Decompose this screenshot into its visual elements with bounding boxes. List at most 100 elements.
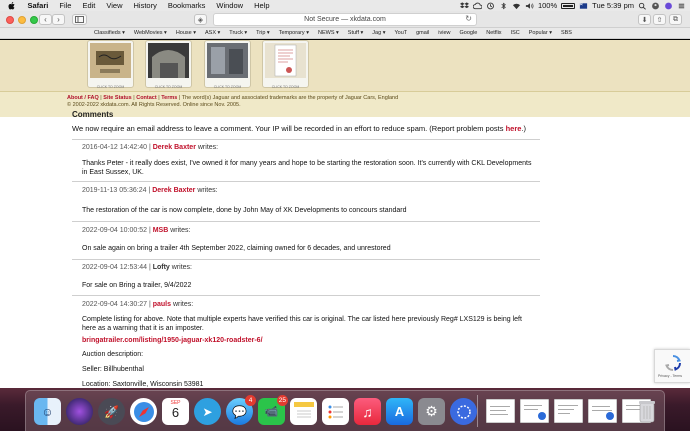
minimized-window-thumb[interactable]	[486, 399, 515, 423]
bookmark-jag[interactable]: Jag ▾	[372, 30, 385, 36]
shield-icon: ◈	[197, 16, 204, 24]
bookmark-popular[interactable]: Popular ▾	[529, 30, 552, 36]
clock[interactable]: Tue 5:39 pm	[592, 1, 634, 10]
share-button[interactable]: ⇧	[653, 14, 666, 25]
siri-app-icon[interactable]	[66, 398, 93, 425]
signal-icon[interactable]	[450, 398, 477, 425]
menu-help[interactable]: Help	[249, 1, 275, 10]
reload-icon[interactable]: ↻	[465, 14, 472, 23]
apple-menu-icon[interactable]	[6, 0, 16, 11]
zoom-window-button[interactable]	[30, 16, 38, 24]
comment: 2022-09-04 10:00:52 | MSB writes: On sal…	[72, 221, 540, 259]
shield-button[interactable]: ◈	[194, 14, 207, 25]
bookmark-trip[interactable]: Trip ▾	[256, 30, 270, 36]
download-button[interactable]: ⬇	[638, 14, 651, 25]
menu-view[interactable]: View	[101, 1, 128, 10]
bookmark-news[interactable]: NEWS ▾	[318, 30, 339, 36]
recaptcha-badge[interactable]: Privacy - Terms	[654, 349, 690, 383]
calendar-icon[interactable]: SEP 6	[162, 398, 189, 425]
footer-link-contact[interactable]: Contact	[136, 95, 156, 101]
bookmark-iview[interactable]: iview	[438, 30, 450, 36]
system-preferences-icon[interactable]: ⚙	[418, 398, 445, 425]
gallery-thumb[interactable]: CLICK TO ZOOM	[145, 40, 192, 89]
bookmark-temporary[interactable]: Temporary ▾	[279, 30, 309, 36]
music-icon[interactable]: ♫	[354, 398, 381, 425]
footer-link-status[interactable]: Site Status	[103, 95, 131, 101]
volume-icon[interactable]	[525, 2, 534, 10]
comment-author[interactable]: Derek Baxter	[152, 187, 195, 194]
listing-link[interactable]: bringatrailer.com/listing/1950-jaguar-xk…	[82, 337, 263, 344]
gallery-thumb[interactable]: CLICK TO ZOOM	[87, 40, 134, 89]
spotlight-icon[interactable]	[638, 2, 647, 10]
comment-date: 2022-09-04 12:53:44	[82, 264, 147, 271]
footer-link-about[interactable]: About / FAQ	[67, 95, 99, 101]
menu-window[interactable]: Window	[211, 1, 249, 10]
bookmark-truck[interactable]: Truck ▾	[229, 30, 247, 36]
safari-icon[interactable]	[130, 398, 157, 425]
messages-badge: 4	[245, 395, 256, 406]
minimized-window-thumb[interactable]	[588, 399, 617, 423]
bookmark-house[interactable]: House ▾	[176, 30, 196, 36]
notification-center-icon[interactable]	[677, 2, 686, 10]
finder-icon[interactable]: ☺	[34, 398, 61, 425]
menu-edit[interactable]: Edit	[77, 1, 101, 10]
menu-history[interactable]: History	[128, 1, 162, 10]
menu-safari[interactable]: Safari	[22, 1, 54, 10]
timemachine-icon[interactable]	[486, 2, 495, 10]
launchpad-icon[interactable]: 🚀	[98, 398, 125, 425]
thumb-caption: CLICK TO ZOOM	[271, 85, 300, 89]
web-page: CLICK TO ZOOM CLICK TO ZOOM CLICK TO ZOO…	[0, 40, 690, 388]
forward-button[interactable]: ›	[52, 14, 65, 25]
wifi-icon[interactable]	[512, 2, 521, 10]
bookmark-google[interactable]: Google	[460, 30, 478, 36]
user-avatar-icon[interactable]	[651, 2, 660, 10]
comment-author[interactable]: Derek Baxter	[153, 144, 196, 151]
comment-author: Lofty	[152, 264, 170, 271]
menu-file[interactable]: File	[54, 1, 77, 10]
tabs-button[interactable]: ⧉	[669, 14, 682, 25]
trash-icon[interactable]	[635, 397, 659, 424]
notes-icon[interactable]	[290, 398, 317, 425]
recaptcha-icon	[665, 355, 681, 371]
messages-icon[interactable]: 💬 4	[226, 395, 256, 425]
bookmark-gmail[interactable]: gmail	[416, 30, 429, 36]
minimized-window-thumb[interactable]	[554, 399, 583, 423]
battery-icon[interactable]	[561, 2, 576, 9]
bookmark-webmovies[interactable]: WebMovies ▾	[134, 30, 167, 36]
comment-author[interactable]: MSB	[153, 227, 169, 234]
flag-icon[interactable]	[579, 2, 588, 10]
telegram-icon[interactable]: ➤	[194, 398, 221, 425]
cloud-icon[interactable]	[472, 2, 482, 10]
bookmark-yout[interactable]: YouT	[394, 30, 407, 36]
menu-bookmarks[interactable]: Bookmarks	[162, 1, 211, 10]
footer-link-terms[interactable]: Terms	[161, 95, 177, 101]
close-window-button[interactable]	[6, 16, 14, 24]
recaptcha-text[interactable]: Privacy - Terms	[658, 374, 682, 378]
dropbox-icon[interactable]	[459, 1, 469, 10]
share-icon: ⇧	[656, 16, 663, 24]
comment-author[interactable]: pauls	[153, 301, 171, 308]
facetime-icon[interactable]: 📹 25	[258, 395, 288, 425]
gallery-thumb[interactable]: CLICK TO ZOOM	[204, 40, 251, 89]
siri-icon[interactable]	[664, 2, 673, 10]
app-store-icon[interactable]: A	[386, 398, 413, 425]
bluetooth-icon[interactable]	[499, 2, 508, 10]
gallery-thumb[interactable]: CLICK TO ZOOM	[262, 40, 309, 89]
bookmark-sbs[interactable]: SBS	[561, 30, 572, 36]
back-button[interactable]: ‹	[39, 14, 52, 25]
address-bar[interactable]: Not Secure — xkdata.com ↻	[213, 13, 477, 26]
comment-meta: 2016-04-12 14:42:40 | Derek Baxter write…	[82, 144, 219, 151]
reminders-icon[interactable]	[322, 398, 349, 425]
bookmark-asx[interactable]: ASX ▾	[205, 30, 220, 36]
bookmark-netflix[interactable]: Netflix	[486, 30, 501, 36]
bookmark-isc[interactable]: ISC	[511, 30, 520, 36]
bookmark-stuff[interactable]: Stuff ▾	[348, 30, 364, 36]
report-link[interactable]: here	[506, 124, 522, 133]
sidebar-button[interactable]	[72, 14, 87, 25]
minimized-window-thumb[interactable]	[520, 399, 549, 423]
bookmark-classifieds[interactable]: Classifieds ▾	[94, 30, 125, 36]
chevron-right-icon: ›	[57, 15, 60, 24]
garage-photo	[148, 43, 189, 78]
document-photo	[265, 43, 306, 78]
minimize-window-button[interactable]	[18, 16, 26, 24]
